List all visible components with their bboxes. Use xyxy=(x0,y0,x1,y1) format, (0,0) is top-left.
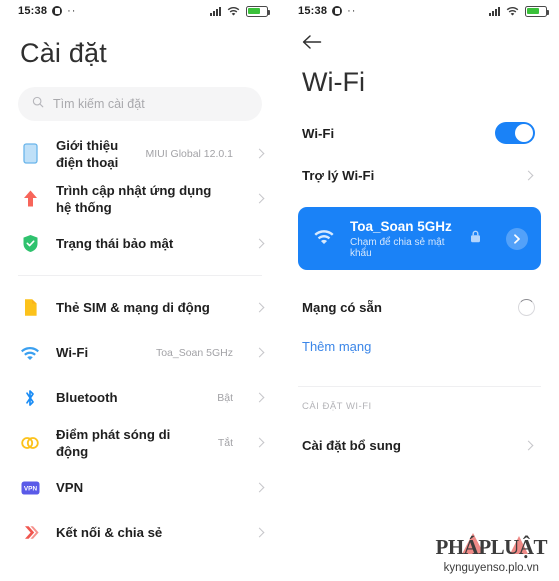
status-bar-right: 15:38 ·· xyxy=(280,0,559,22)
alarm-icon xyxy=(332,6,343,16)
additional-settings-row[interactable]: Cài đặt bổ sung xyxy=(280,424,559,466)
sidebar-item-label: Trình cập nhật ứng dụng hệ thống xyxy=(56,182,212,215)
loading-spinner xyxy=(518,298,535,316)
sidebar-item-vpn[interactable]: VPN VPN xyxy=(0,465,280,510)
search-placeholder: Tìm kiếm cài đặt xyxy=(53,97,145,111)
toggle-knob xyxy=(515,124,533,142)
dual-panel-screenshot: 15:38 ·· Cài đặt Tìm kiếm cài đặt Giới t… xyxy=(0,0,559,581)
wifi-toggle-label: Wi-Fi xyxy=(302,125,335,141)
hotspot-icon xyxy=(18,435,42,451)
sidebar-item-security-status[interactable]: Trạng thái bảo mật xyxy=(0,221,280,266)
chevron-right-icon xyxy=(254,482,265,493)
wifi-panel: 15:38 ·· Wi-Fi Wi-Fi Trợ lý Wi-Fi Toa_So… xyxy=(280,0,559,581)
network-name: Toa_Soan 5GHz xyxy=(350,219,452,234)
shield-check-icon xyxy=(18,234,42,253)
chevron-right-icon xyxy=(254,392,265,403)
watermark: PHÁPLUẬT kynguyenso.plo.vn xyxy=(435,533,548,574)
page-title: Cài đặt xyxy=(20,38,107,68)
list-divider xyxy=(18,275,262,276)
wifi-icon xyxy=(227,6,240,16)
sidebar-item-label: Kết nối & chia sẻ xyxy=(56,525,163,540)
watermark-url: kynguyenso.plo.vn xyxy=(443,562,539,574)
sidebar-item-sim-cards-mobile-networks[interactable]: Thẻ SIM & mạng di động xyxy=(0,285,280,330)
battery-icon xyxy=(246,5,270,17)
share-connect-icon xyxy=(18,523,42,542)
chevron-right-icon xyxy=(523,440,534,450)
back-arrow-icon xyxy=(302,35,322,54)
battery-icon xyxy=(525,5,549,17)
wifi-toggle-row[interactable]: Wi-Fi xyxy=(280,112,559,154)
chevron-right-icon xyxy=(254,148,265,159)
sim-card-icon xyxy=(18,298,42,317)
wifi-assistant-label: Trợ lý Wi-Fi xyxy=(302,167,375,183)
chevron-right-icon xyxy=(254,193,265,204)
ellipsis-icon: ·· xyxy=(347,5,357,17)
sidebar-item-label: Giới thiệu điện thoại xyxy=(56,137,119,170)
status-time: 15:38 xyxy=(298,5,328,17)
watermark-logo: PHÁPLUẬT xyxy=(435,533,548,560)
sidebar-item-wifi[interactable]: Wi-Fi Toa_Soan 5GHz xyxy=(0,330,280,375)
lock-icon xyxy=(470,230,481,248)
additional-settings-label: Cài đặt bổ sung xyxy=(302,437,401,453)
available-networks-row: Mạng có sẵn xyxy=(280,286,559,328)
sidebar-item-connection-sharing[interactable]: Kết nối & chia sẻ xyxy=(0,510,280,555)
wifi-assistant-row[interactable]: Trợ lý Wi-Fi xyxy=(280,154,559,196)
chevron-right-icon xyxy=(254,437,265,448)
status-bar-left: 15:38 ·· xyxy=(0,0,280,22)
page-title: Wi-Fi xyxy=(302,67,365,97)
wifi-icon xyxy=(506,6,519,16)
search-icon xyxy=(32,95,44,113)
network-subtitle: Chạm để chia sẻ mật khẩu xyxy=(350,237,445,259)
settings-panel: 15:38 ·· Cài đặt Tìm kiếm cài đặt Giới t… xyxy=(0,0,280,581)
vpn-icon: VPN xyxy=(18,481,42,495)
sidebar-item-value: MIUI Global 12.0.1 xyxy=(145,147,233,160)
chevron-right-icon xyxy=(254,302,265,313)
network-details-button[interactable] xyxy=(506,227,528,250)
sidebar-item-value: Tắt xyxy=(217,436,233,449)
signal-icon xyxy=(210,6,221,16)
sidebar-item-label: Thẻ SIM & mạng di động xyxy=(56,300,210,315)
add-network-label: Thêm mạng xyxy=(302,338,372,354)
sidebar-item-system-app-updater[interactable]: Trình cập nhật ứng dụng hệ thống xyxy=(0,176,280,221)
chevron-right-icon xyxy=(523,170,534,180)
wifi-toggle[interactable] xyxy=(495,122,535,144)
wifi-icon xyxy=(313,228,335,250)
sidebar-item-about-phone[interactable]: Giới thiệu điện thoại MIUI Global 12.0.1 xyxy=(0,131,280,176)
available-networks-label: Mạng có sẵn xyxy=(302,299,382,315)
sidebar-item-bluetooth[interactable]: Bluetooth Bật xyxy=(0,375,280,420)
svg-text:VPN: VPN xyxy=(23,485,37,492)
sidebar-item-mobile-hotspot[interactable]: Điểm phát sóng di động Tắt xyxy=(0,420,280,465)
wifi-icon xyxy=(18,345,42,361)
signal-icon xyxy=(489,6,500,16)
sidebar-item-value: Toa_Soan 5GHz xyxy=(155,346,233,359)
watermark-logo-text: PHÁPLUẬT xyxy=(435,535,548,559)
chevron-right-icon xyxy=(254,347,265,358)
alarm-icon xyxy=(52,6,63,16)
ellipsis-icon: ·· xyxy=(67,5,77,17)
chevron-right-icon xyxy=(254,238,265,249)
settings-list: Giới thiệu điện thoại MIUI Global 12.0.1… xyxy=(0,121,280,555)
up-arrow-icon xyxy=(18,189,42,208)
sidebar-item-label: Wi-Fi xyxy=(56,345,89,360)
add-network-row[interactable]: Thêm mạng xyxy=(280,328,559,364)
phone-icon xyxy=(18,143,42,164)
sidebar-item-label: Trạng thái bảo mật xyxy=(56,236,174,251)
status-time: 15:38 xyxy=(18,5,48,17)
network-info: Toa_Soan 5GHz Chạm để chia sẻ mật khẩu xyxy=(350,218,455,259)
sidebar-item-value: Bật xyxy=(217,391,233,404)
search-input[interactable]: Tìm kiếm cài đặt xyxy=(18,87,262,121)
bluetooth-icon xyxy=(18,388,42,408)
back-button[interactable] xyxy=(280,22,559,55)
section-header-wifi-settings: CÀI ĐẶT WI-FI xyxy=(302,401,372,412)
connected-network-card[interactable]: Toa_Soan 5GHz Chạm để chia sẻ mật khẩu xyxy=(298,207,541,270)
sidebar-item-label: Bluetooth xyxy=(56,390,118,405)
sidebar-item-label: Điểm phát sóng di động xyxy=(56,426,171,459)
chevron-right-icon xyxy=(254,527,265,538)
sidebar-item-label: VPN xyxy=(56,480,84,495)
